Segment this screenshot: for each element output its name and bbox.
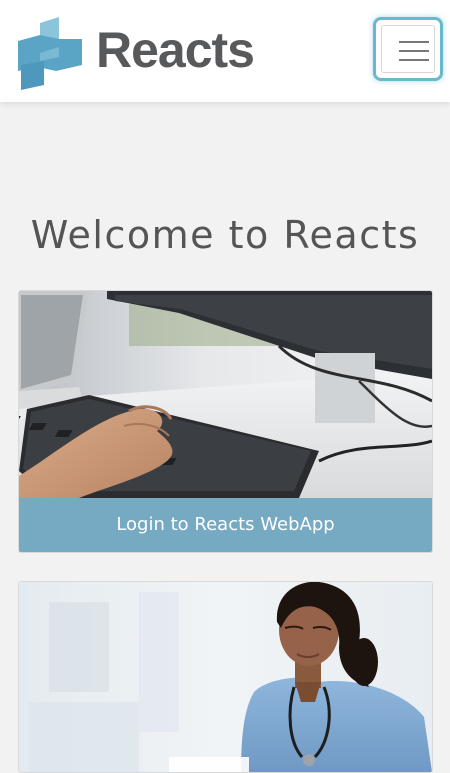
care-team-card — [18, 581, 433, 773]
hamburger-menu-icon[interactable] — [399, 41, 429, 43]
reacts-logo-icon[interactable] — [18, 17, 84, 90]
page-title: Welcome to Reacts — [30, 213, 420, 257]
hamburger-menu-icon-bottom[interactable] — [399, 59, 429, 61]
hamburger-menu-icon-middle[interactable] — [399, 50, 429, 52]
login-webapp-button[interactable]: Login to Reacts WebApp — [19, 498, 432, 552]
webapp-login-card: Login to Reacts WebApp — [18, 290, 433, 553]
nurse-with-stethoscope-photo — [19, 582, 432, 772]
menu-toggle-inner[interactable] — [381, 25, 435, 73]
app-header: Reacts — [0, 0, 450, 102]
brand-name[interactable]: Reacts — [96, 20, 255, 80]
computer-keyboard-typing-photo — [19, 291, 432, 498]
menu-toggle-button[interactable] — [373, 17, 443, 81]
